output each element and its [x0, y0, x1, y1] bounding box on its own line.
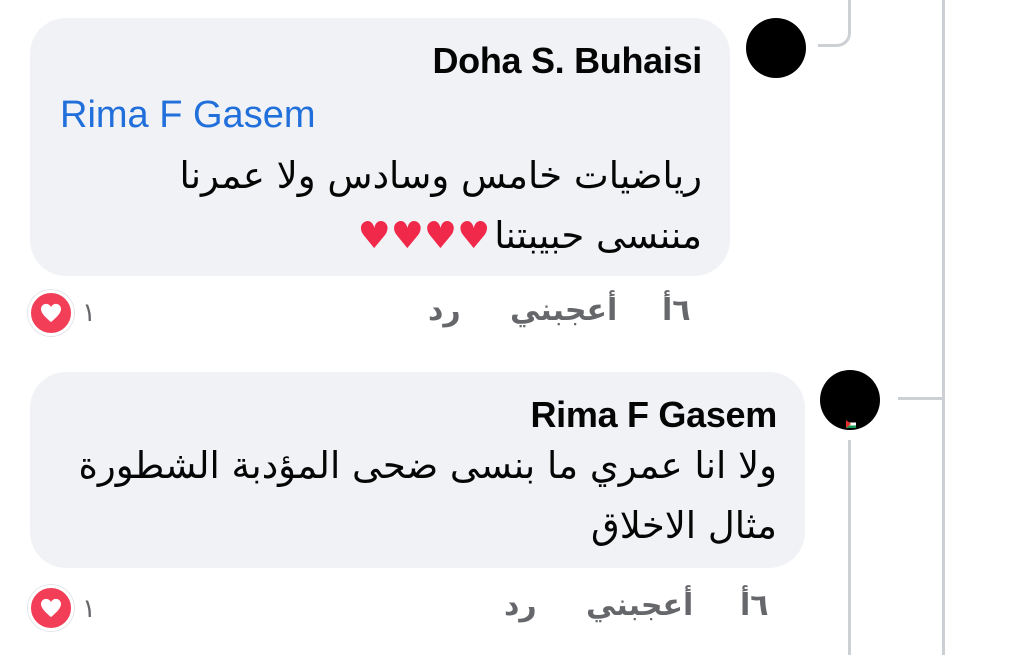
reaction-count[interactable]: ١: [82, 298, 96, 328]
comment-bubble: Doha S. Buhaisi Rima F Gasem رياضيات خام…: [30, 18, 730, 276]
love-heart-icon[interactable]: [28, 585, 74, 631]
reply-button[interactable]: رد: [504, 588, 537, 623]
avatar[interactable]: [746, 18, 806, 78]
love-heart-icon[interactable]: [28, 290, 74, 336]
heart-emoji: ♥♥♥♥: [357, 214, 493, 257]
comment-text-line: مننسى حبيبتنا♥♥♥♥: [358, 214, 702, 257]
mention-link[interactable]: Rima F Gasem: [60, 94, 315, 137]
reaction-count[interactable]: ١: [82, 594, 96, 624]
outer-thread-line: [942, 0, 945, 655]
thread-connector-middle: [898, 0, 942, 400]
thread-connector-top: [818, 0, 851, 47]
comment-author[interactable]: Rima F Gasem: [530, 394, 777, 436]
inner-thread-line: [848, 440, 851, 655]
comment-author[interactable]: Doha S. Buhaisi: [432, 40, 702, 82]
comment-bubble: Rima F Gasem ولا انا عمري ما بنسى ضحى ال…: [30, 372, 805, 568]
comment-text-line: مثال الاخلاق: [591, 504, 777, 547]
timestamp[interactable]: ٦أ: [740, 588, 769, 623]
comment-text: مننسى حبيبتنا: [494, 214, 702, 257]
comment-text-line: ولا انا عمري ما بنسى ضحى المؤدبة الشطورة: [78, 444, 777, 487]
like-button[interactable]: أعجبني: [510, 293, 617, 328]
comment-text-line: رياضيات خامس وسادس ولا عمرنا: [179, 154, 702, 197]
avatar[interactable]: [820, 370, 880, 430]
like-button[interactable]: أعجبني: [586, 588, 693, 623]
timestamp[interactable]: ٦أ: [662, 293, 691, 328]
flag-icon: [846, 420, 856, 428]
reply-button[interactable]: رد: [428, 293, 461, 328]
